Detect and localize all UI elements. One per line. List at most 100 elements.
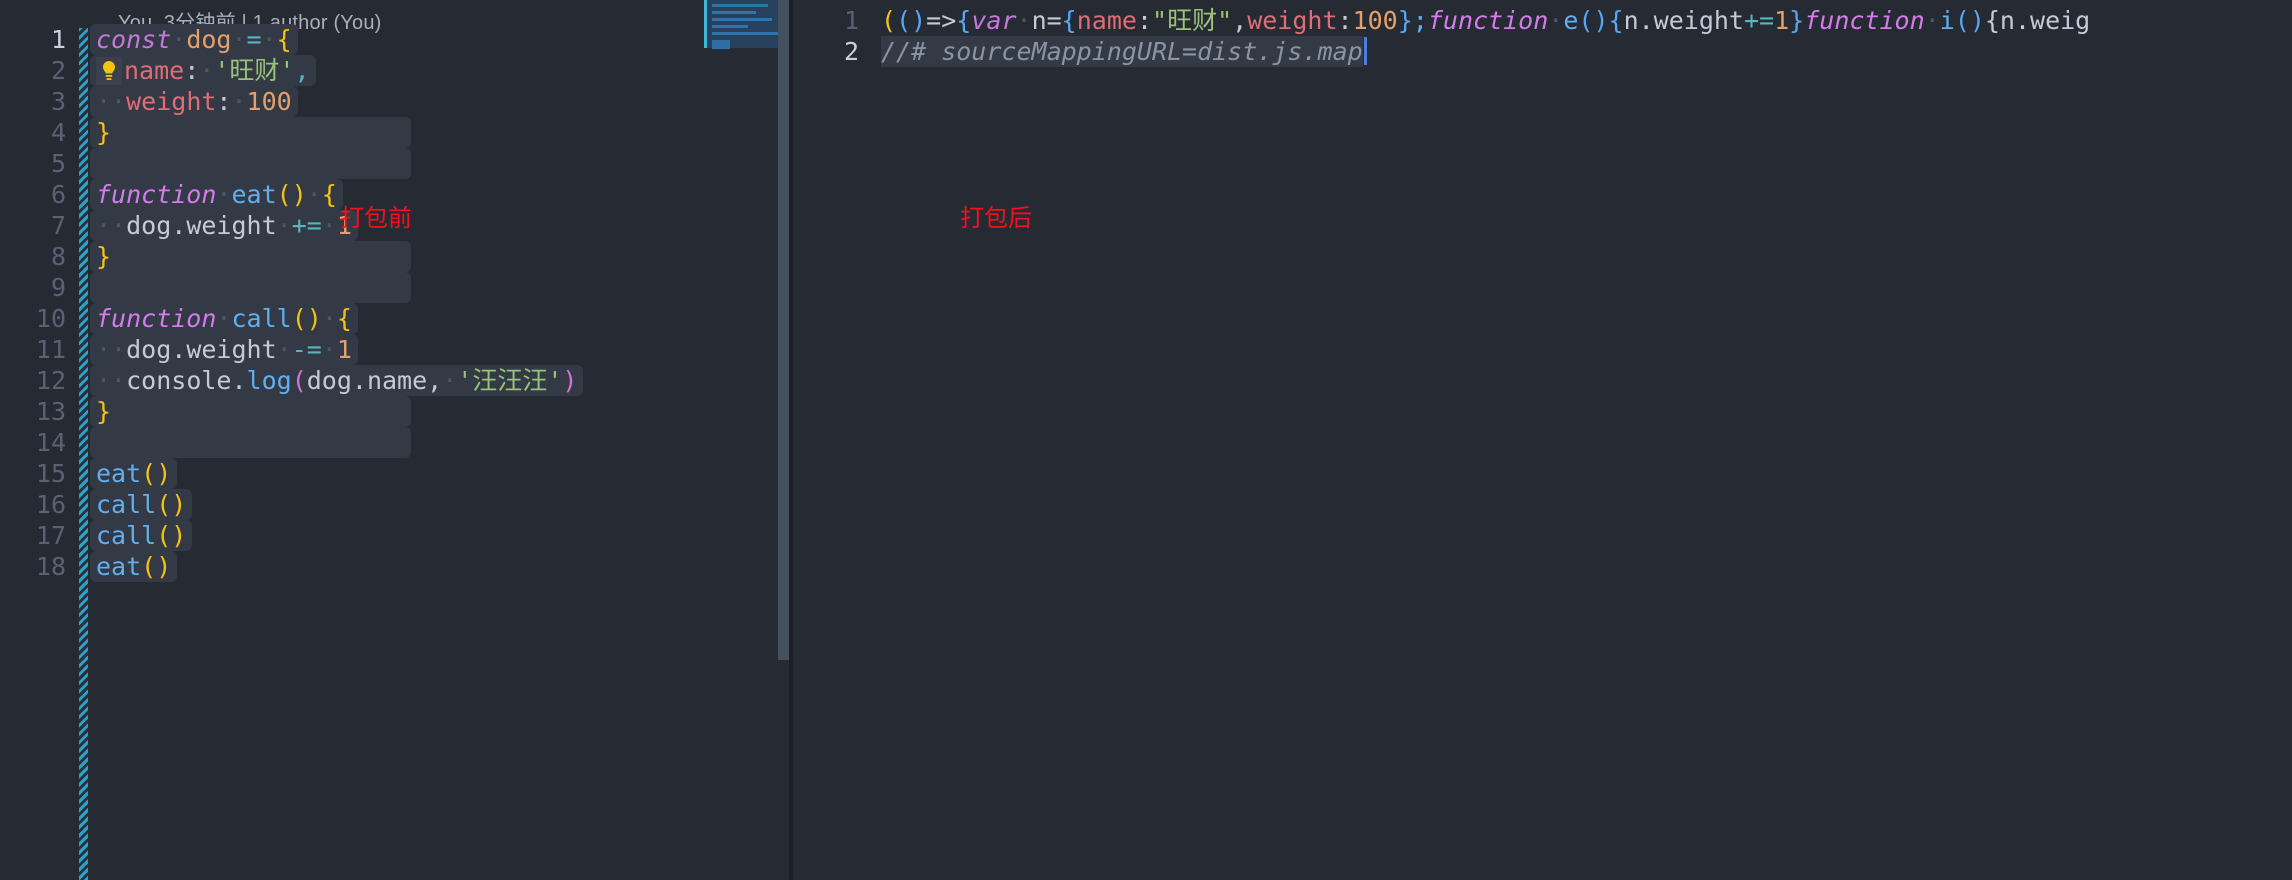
code-line[interactable]: } <box>90 117 703 148</box>
token-brace-open: { <box>321 180 337 209</box>
token-call: call <box>96 490 157 519</box>
token-comma: , <box>427 366 443 395</box>
token-log: log <box>246 366 292 395</box>
token-function: function <box>1427 6 1549 35</box>
token-body-open: { <box>1608 6 1624 35</box>
code-line[interactable]: name:·'旺财', <box>90 55 703 86</box>
code-line[interactable] <box>90 272 703 303</box>
minimap-left[interactable] <box>701 0 790 880</box>
code-line[interactable]: call() <box>90 489 703 520</box>
token-paren: () <box>156 490 187 519</box>
editor-pane-bundled[interactable]: 1 2 (()=>{var·n={name:"旺财",weight:100};f… <box>793 0 2292 880</box>
line-number: 9 <box>50 273 66 302</box>
code-line[interactable] <box>90 427 703 458</box>
token-arrow-head: () <box>896 6 927 35</box>
token-eat: eat <box>96 552 142 581</box>
token-var: var <box>971 6 1017 35</box>
token-paren-close: ) <box>562 366 578 395</box>
token-name-value: '旺财' <box>214 56 295 85</box>
token-bark-string: '汪汪汪' <box>457 366 563 395</box>
code-line[interactable]: ··dog.weight·-=·1 <box>90 334 703 365</box>
line-number: 1 <box>50 25 66 54</box>
token-function: function <box>96 304 217 333</box>
code-line[interactable]: ··weight:·100 <box>90 86 703 117</box>
line-number: 7 <box>50 211 66 240</box>
token-obj-close: } <box>1397 6 1413 35</box>
text-cursor <box>1363 37 1367 65</box>
token-name-key: name <box>1076 6 1137 35</box>
code-line[interactable]: eat() <box>90 458 703 489</box>
token-paren: () <box>276 180 307 209</box>
token-call: call <box>96 521 157 550</box>
line-number: 13 <box>35 397 66 426</box>
code-line[interactable] <box>90 148 703 179</box>
code-line[interactable]: call() <box>90 520 703 551</box>
token-paren: () <box>141 459 172 488</box>
token-brace-open: { <box>276 25 292 54</box>
token-sourcemap-comment: //# sourceMappingURL=dist.js.map <box>881 37 1363 66</box>
lightbulb-icon[interactable] <box>96 57 122 85</box>
code-content-left[interactable]: const·dog·=·{ name:·'旺财', ··weight:·100 … <box>90 24 703 880</box>
token-weight-value: 100 <box>1352 6 1398 35</box>
code-line[interactable]: //# sourceMappingURL=dist.js.map <box>881 36 2292 67</box>
token-function: function <box>96 180 217 209</box>
token-colon: : <box>216 87 232 116</box>
token-weight-key: weight <box>1247 6 1338 35</box>
code-line[interactable]: } <box>90 241 703 272</box>
token-paren-open: ( <box>291 366 307 395</box>
git-change-indicator-bar[interactable] <box>79 28 88 880</box>
token-brace-close: } <box>96 118 112 147</box>
token-weight-value: 100 <box>246 87 292 116</box>
editor-pane-source[interactable]: You, 3分钟前 | 1 author (You) 1 2 3 4 5 6 7… <box>0 0 703 880</box>
code-line[interactable]: eat() <box>90 551 703 582</box>
token-dog-weight: dog.weight <box>126 335 277 364</box>
code-line[interactable]: (()=>{var·n={name:"旺财",weight:100};funct… <box>881 5 2292 36</box>
line-number: 2 <box>50 56 66 85</box>
token-n-weight: n.weight <box>1623 6 1744 35</box>
token-name-value: "旺财" <box>1152 6 1233 35</box>
token-colon: : <box>1337 6 1353 35</box>
token-equals: = <box>246 25 262 54</box>
token-paren: () <box>1578 6 1609 35</box>
token-fn-e: e <box>1563 6 1579 35</box>
token-obj-open: { <box>1061 6 1077 35</box>
code-content-right[interactable]: (()=>{var·n={name:"旺财",weight:100};funct… <box>881 0 2292 880</box>
minimap-selection-region <box>704 0 790 49</box>
code-line[interactable]: } <box>90 396 703 427</box>
selected-text[interactable]: //# sourceMappingURL=dist.js.map <box>881 36 1363 67</box>
line-number: 4 <box>50 118 66 147</box>
token-console: console <box>126 366 232 395</box>
token-eat: eat <box>96 459 142 488</box>
code-line[interactable]: function·call()·{ <box>90 303 703 334</box>
token-paren-open: ( <box>881 6 897 35</box>
token-tail: {n.weig <box>1984 6 2091 35</box>
token-weight-key: weight <box>126 87 217 116</box>
line-number: 14 <box>35 428 66 457</box>
code-line[interactable]: const·dog·=·{ <box>90 24 703 55</box>
minimap-cursor-marker <box>704 0 707 48</box>
token-one: 1 <box>336 335 352 364</box>
line-number: 18 <box>35 552 66 581</box>
token-name-key: name <box>124 56 185 85</box>
token-brace-open: { <box>336 304 352 333</box>
line-number-gutter-left[interactable]: 1 2 3 4 5 6 7 8 9 10 11 12 13 14 15 16 1… <box>0 24 76 880</box>
token-semicolon: ; <box>1412 6 1428 35</box>
token-comma: , <box>1232 6 1248 35</box>
token-minus-equals: -= <box>291 335 322 364</box>
token-eat: eat <box>231 180 277 209</box>
token-paren: () <box>1954 6 1985 35</box>
line-number: 12 <box>35 366 66 395</box>
line-number: 6 <box>50 180 66 209</box>
token-comma: , <box>294 56 310 85</box>
token-body-close: } <box>1789 6 1805 35</box>
line-number-gutter-right[interactable]: 1 2 <box>793 0 873 880</box>
token-const: const <box>96 25 172 54</box>
token-function: function <box>1804 6 1925 35</box>
code-line[interactable]: ··console.log(dog.name,·'汪汪汪') <box>90 365 703 396</box>
token-call: call <box>231 304 292 333</box>
editor-window: You, 3分钟前 | 1 author (You) 1 2 3 4 5 6 7… <box>0 0 2292 880</box>
token-paren: () <box>291 304 322 333</box>
line-number: 3 <box>50 87 66 116</box>
line-number: 2 <box>843 37 859 66</box>
line-number: 8 <box>50 242 66 271</box>
